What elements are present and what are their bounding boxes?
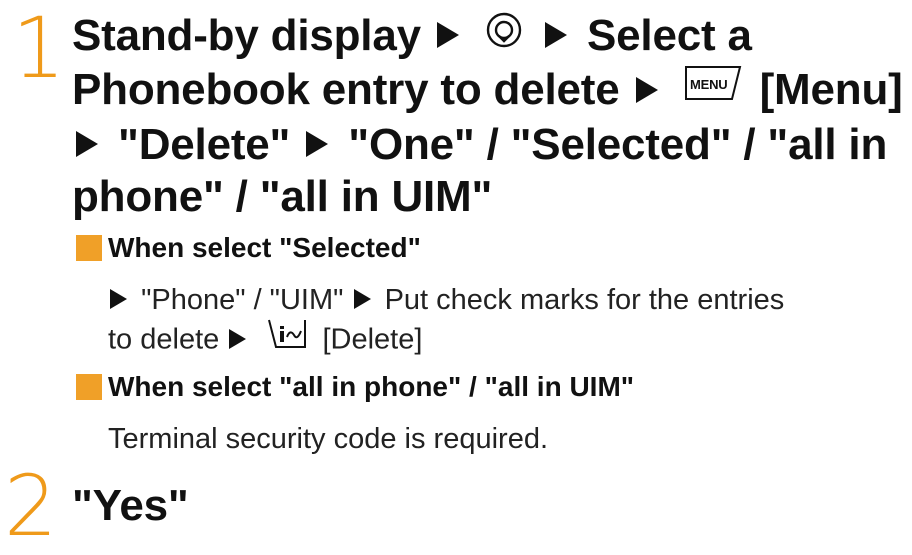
step-1-text-select: Select a <box>587 11 752 60</box>
step-1-line-4: phone" / "all in UIM" <box>72 171 903 223</box>
step-2-instruction: "Yes" <box>72 481 189 530</box>
selected-section-text: "Phone" / "UIM" Put check marks for the … <box>108 281 784 363</box>
orange-square-icon <box>76 374 102 400</box>
step-1-text-standby: Stand-by display <box>72 11 421 60</box>
step-number-1: 1 <box>12 0 66 97</box>
selected-line-1: "Phone" / "UIM" Put check marks for the … <box>108 281 784 319</box>
all-section-heading: When select "all in phone" / "all in UIM… <box>76 371 634 403</box>
selected-section-heading: When select "Selected" <box>76 232 421 264</box>
selected-delete-label: [Delete] <box>322 323 423 356</box>
arrow-icon <box>229 329 247 349</box>
svg-text:MENU: MENU <box>690 77 727 92</box>
orange-square-icon <box>76 235 102 261</box>
arrow-icon <box>544 22 567 49</box>
step-1-line-2: Phonebook entry to delete MENU [Menu] <box>72 64 903 118</box>
arrow-icon <box>635 76 658 103</box>
navigation-key-icon <box>485 9 523 61</box>
menu-key-icon: MENU <box>682 63 744 115</box>
arrow-icon <box>436 22 459 49</box>
selected-heading-text: When select "Selected" <box>108 232 421 263</box>
step-1-text-options-cont: phone" / "all in UIM" <box>72 171 493 221</box>
step-number-2: 2 <box>4 457 58 555</box>
step-1-text-phonebook: Phonebook entry to delete <box>72 65 620 115</box>
all-heading-text: When select "all in phone" / "all in UIM… <box>108 371 635 402</box>
step-1-line-1: Stand-by display Select a <box>72 10 903 64</box>
step-1-text-options: "One" / "Selected" / "all in <box>348 119 888 169</box>
arrow-icon <box>353 289 371 310</box>
selected-check-marks: Put check marks for the entries <box>384 284 785 316</box>
selected-phone-uim: "Phone" / "UIM" <box>141 284 344 316</box>
arrow-icon <box>306 131 329 158</box>
step-1-line-3: "Delete" "One" / "Selected" / "all in <box>72 119 903 171</box>
step-1-instruction: Stand-by display Select a Phonebook entr… <box>72 10 903 223</box>
arrow-icon <box>110 289 127 310</box>
step-1-text-menu: [Menu] <box>759 65 903 115</box>
selected-to-delete: to delete <box>108 323 220 356</box>
i-alpha-key-icon <box>266 317 308 361</box>
all-section-text: Terminal security code is required. <box>108 423 549 455</box>
selected-line-2: to delete [Delete] <box>108 319 784 363</box>
arrow-icon <box>76 131 98 158</box>
step-1-text-delete: "Delete" <box>118 119 291 169</box>
